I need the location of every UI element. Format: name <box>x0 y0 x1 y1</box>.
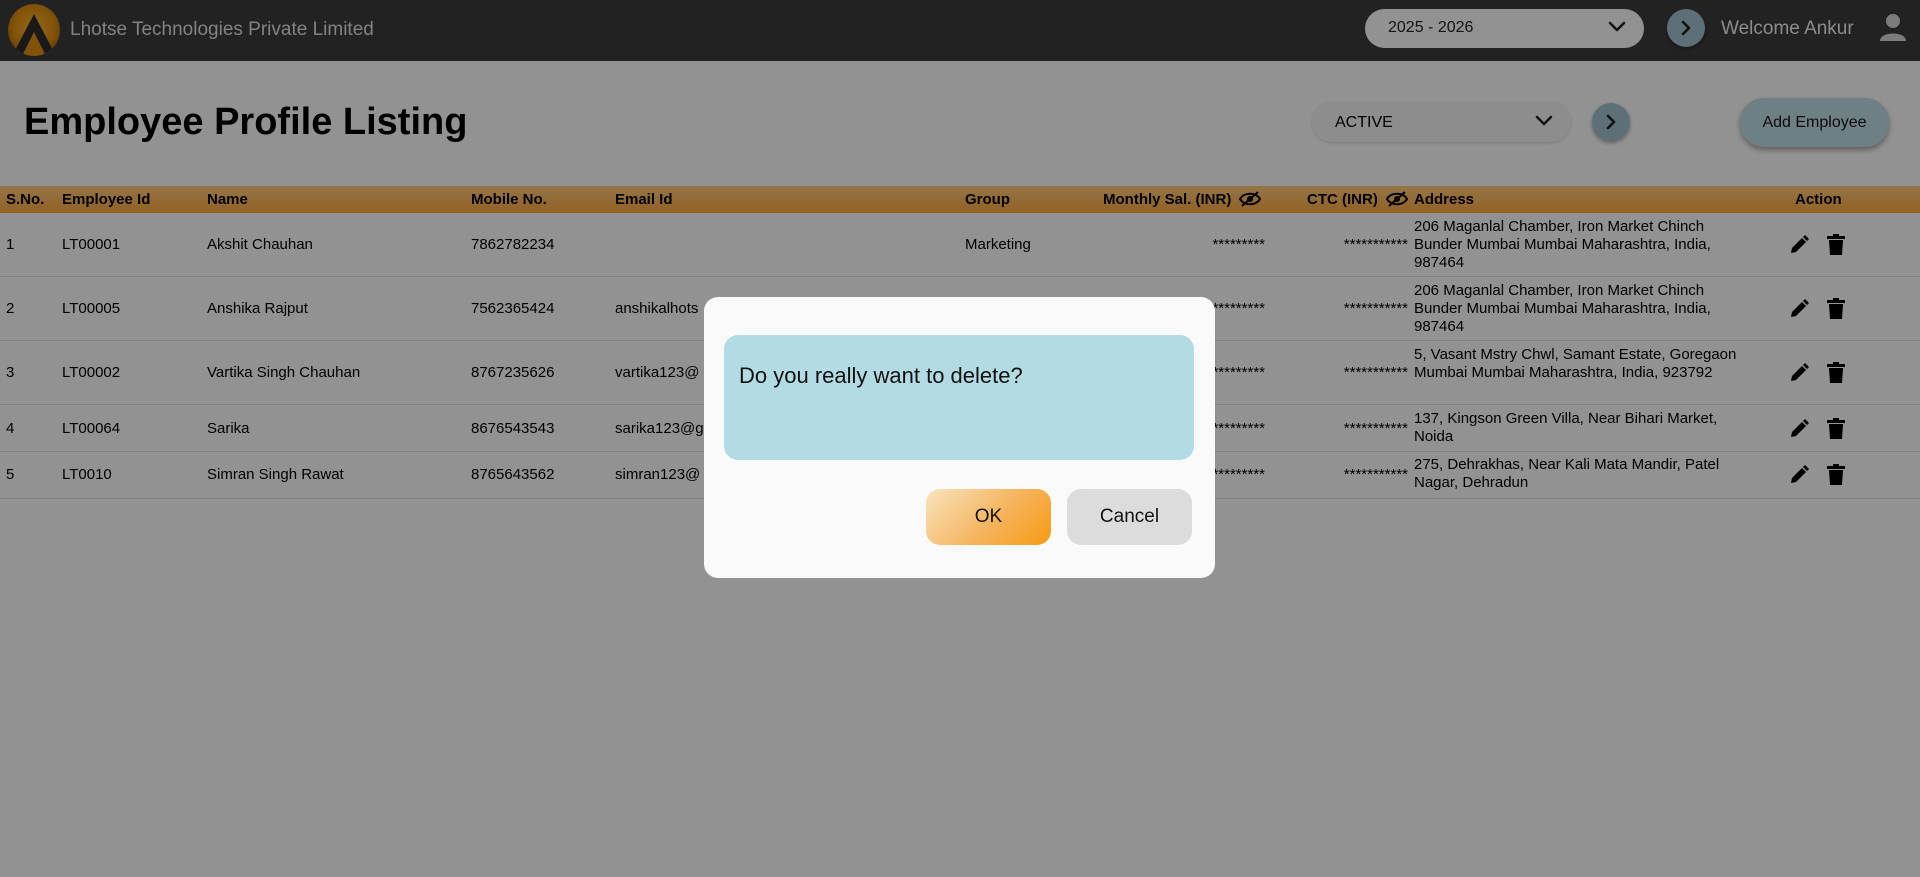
dialog-message-box: Do you really want to delete? <box>724 335 1194 460</box>
dialog-message: Do you really want to delete? <box>739 363 1023 388</box>
delete-confirm-dialog: Do you really want to delete? OK Cancel <box>704 297 1215 578</box>
ok-button[interactable]: OK <box>926 489 1051 545</box>
cancel-button[interactable]: Cancel <box>1067 489 1192 545</box>
